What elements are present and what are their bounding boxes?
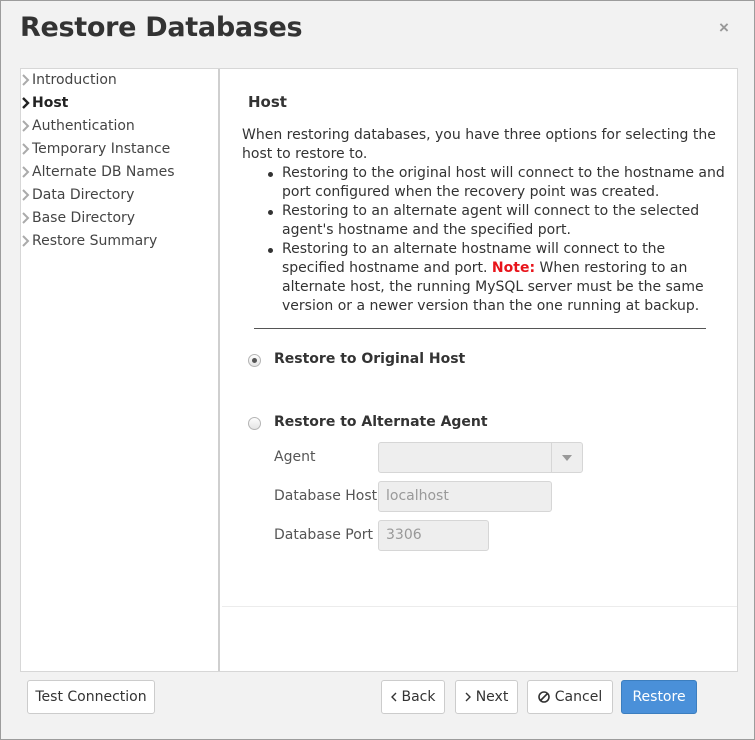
sidebar-item-label: Restore Summary <box>32 232 158 249</box>
list-item: Restoring to the original host will conn… <box>265 164 725 202</box>
list-item: Restoring to an alternate hostname will … <box>265 240 725 316</box>
sidebar-item-restore-summary[interactable]: Restore Summary <box>21 230 157 251</box>
database-port-label: Database Port <box>274 527 374 543</box>
list-item-text: Restoring to the original host will conn… <box>282 165 725 200</box>
alternate-agent-radio[interactable] <box>248 417 261 430</box>
section-title: Host <box>248 93 287 111</box>
list-item-text: Restoring to an alternate agent will con… <box>282 203 700 238</box>
sidebar-item-label: Temporary Instance <box>32 140 171 157</box>
cancel-label: Cancel <box>554 689 603 705</box>
back-label: Back <box>401 689 436 705</box>
chevron-right-icon <box>21 210 31 226</box>
test-connection-button[interactable]: Test Connection <box>27 680 155 714</box>
next-label: Next <box>475 689 509 705</box>
original-host-radio[interactable] <box>248 354 261 367</box>
options-description-list: Restoring to the original host will conn… <box>265 164 725 316</box>
sidebar-item-label: Base Directory <box>32 209 136 226</box>
chevron-right-icon <box>21 141 31 157</box>
sidebar-item-label: Introduction <box>32 71 117 88</box>
sidebar-item-label: Data Directory <box>32 186 135 203</box>
chevron-right-icon <box>465 692 471 702</box>
panel-divider <box>222 606 737 607</box>
close-icon[interactable]: × <box>719 18 729 38</box>
sidebar-item-label: Alternate DB Names <box>32 163 175 180</box>
database-host-input[interactable]: localhost <box>378 481 552 512</box>
chevron-left-icon <box>390 692 397 702</box>
original-host-label[interactable]: Restore to Original Host <box>274 351 465 367</box>
section-divider <box>254 328 706 329</box>
sidebar-item-label: Host <box>32 94 69 111</box>
database-host-label: Database Host <box>274 488 378 504</box>
chevron-right-icon <box>21 72 31 88</box>
wizard-steps-sidebar: Introduction Host Authentication Tempora… <box>21 69 220 671</box>
back-button[interactable]: Back <box>381 680 445 714</box>
dialog-body: Introduction Host Authentication Tempora… <box>20 68 738 672</box>
next-button[interactable]: Next <box>455 680 518 714</box>
caret-down-icon <box>551 443 582 472</box>
sidebar-item-temporary-instance[interactable]: Temporary Instance <box>21 138 170 159</box>
sidebar-item-data-directory[interactable]: Data Directory <box>21 184 134 205</box>
sidebar-item-introduction[interactable]: Introduction <box>21 69 117 90</box>
restore-label: Restore <box>632 689 686 705</box>
chevron-right-icon <box>21 233 31 249</box>
restore-dialog: Restore Databases × Introduction Host Au… <box>0 0 755 740</box>
sidebar-item-base-directory[interactable]: Base Directory <box>21 207 135 228</box>
cancel-button[interactable]: Cancel <box>527 680 613 714</box>
chevron-right-icon <box>21 95 31 111</box>
restore-button[interactable]: Restore <box>621 680 697 714</box>
alternate-agent-label[interactable]: Restore to Alternate Agent <box>274 414 488 430</box>
chevron-right-icon <box>21 164 31 180</box>
sidebar-item-label: Authentication <box>32 117 135 134</box>
sidebar-item-host[interactable]: Host <box>21 92 68 113</box>
test-connection-label: Test Connection <box>35 689 147 705</box>
ban-icon <box>537 691 550 703</box>
sidebar-item-alternate-db-names[interactable]: Alternate DB Names <box>21 161 175 182</box>
intro-text: When restoring databases, you have three… <box>242 127 716 162</box>
note-label: Note: <box>491 260 536 276</box>
agent-label: Agent <box>274 449 316 465</box>
sidebar-item-authentication[interactable]: Authentication <box>21 115 135 136</box>
list-item: Restoring to an alternate agent will con… <box>265 202 725 240</box>
dialog-title: Restore Databases <box>20 12 303 43</box>
agent-select[interactable] <box>378 442 583 473</box>
chevron-right-icon <box>21 118 31 134</box>
chevron-right-icon <box>21 187 31 203</box>
host-step-panel: Host When restoring databases, you have … <box>222 69 737 671</box>
dialog-header: Restore Databases × <box>1 1 754 56</box>
database-port-input[interactable]: 3306 <box>378 520 489 551</box>
